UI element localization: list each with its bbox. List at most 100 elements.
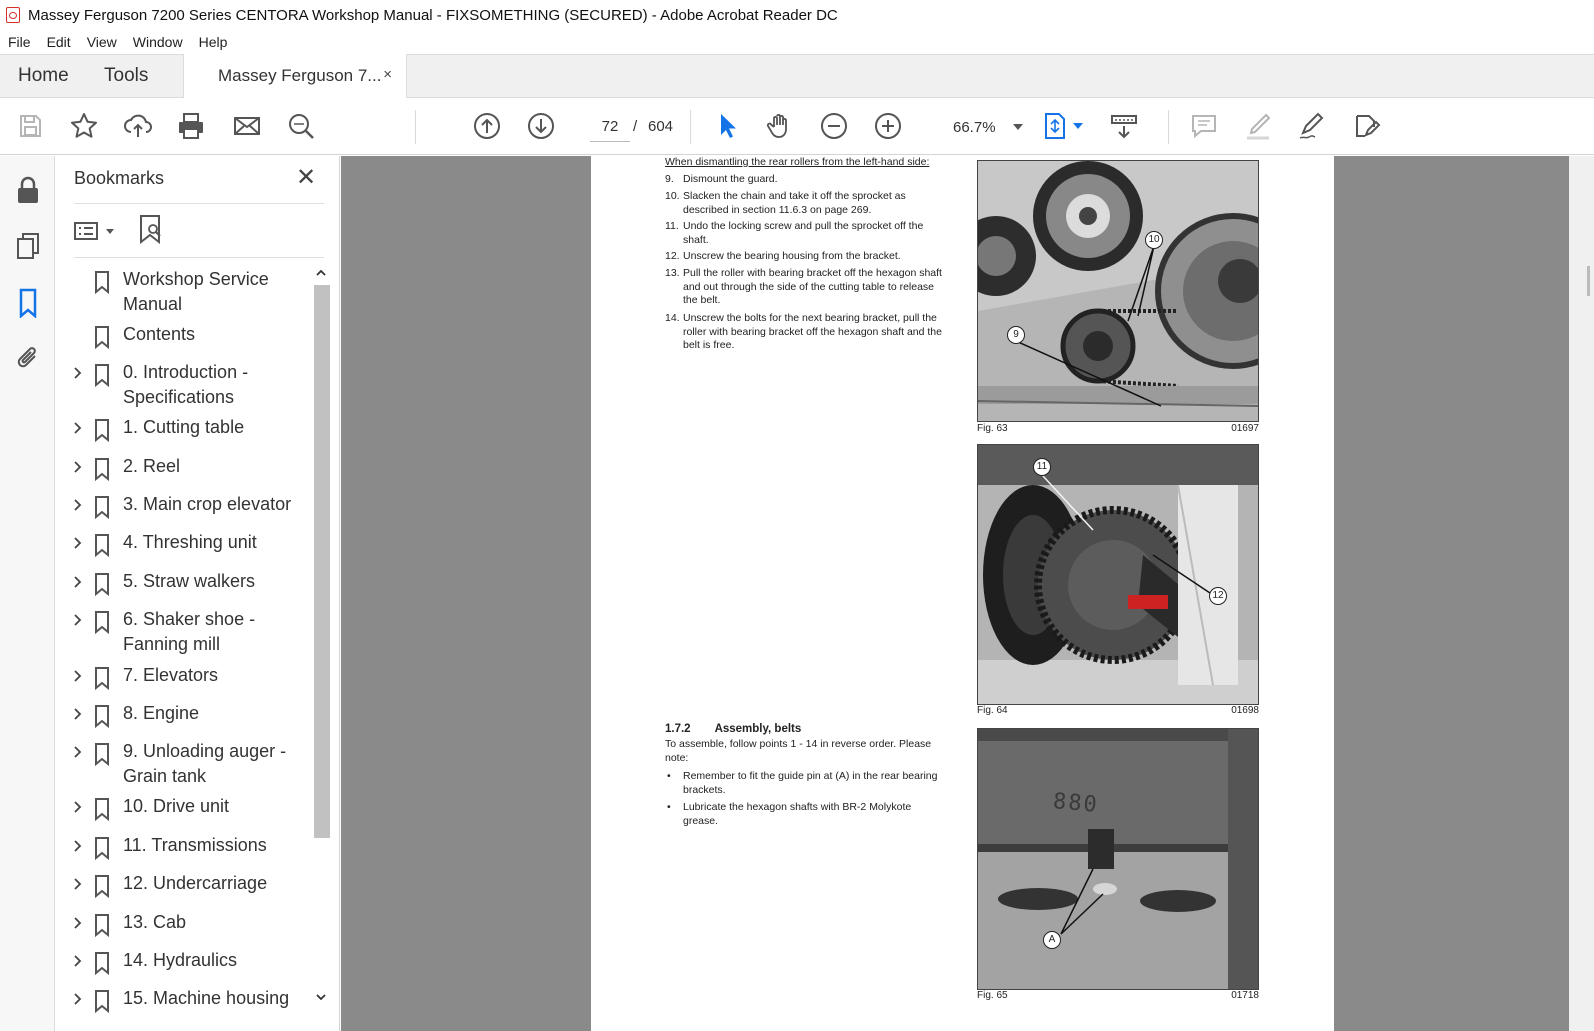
section-number: 1.7.2 (665, 723, 691, 735)
zoom-select[interactable]: 66.7% (941, 112, 1025, 142)
chevron-right-icon[interactable] (71, 876, 85, 892)
tab-document[interactable]: Massey Ferguson 7... × (183, 54, 407, 98)
close-panel-icon[interactable]: ✕ (296, 166, 316, 190)
bullet-text: Lubricate the hexagon shafts with BR-2 M… (683, 801, 912, 827)
bookmark-options-button[interactable] (74, 216, 118, 246)
scroll-down-icon[interactable] (315, 991, 327, 1003)
document-viewport[interactable]: When dismantling the rear rollers from t… (341, 156, 1594, 1031)
mail-icon[interactable] (229, 108, 265, 144)
menu-file[interactable]: File (8, 34, 31, 50)
chevron-right-icon[interactable] (71, 706, 85, 722)
chevron-right-icon[interactable] (71, 420, 85, 436)
document-scrollbar[interactable] (1569, 156, 1594, 1031)
chevron-right-icon[interactable] (71, 953, 85, 969)
search-icon[interactable] (283, 108, 319, 144)
next-page-icon[interactable] (523, 108, 559, 144)
toolbar (0, 98, 1594, 155)
chevron-right-icon[interactable] (71, 915, 85, 931)
bookmark-icon (94, 325, 110, 350)
bookmark-icon (94, 989, 110, 1014)
bookmark-icon (94, 704, 110, 729)
upload-icon[interactable] (120, 108, 156, 144)
chevron-right-icon[interactable] (71, 991, 85, 1007)
chevron-right-icon[interactable] (71, 365, 85, 381)
figure-callout: 12 (1209, 587, 1227, 605)
bookmark-label: 11. Transmissions (123, 835, 267, 855)
scrollbar-thumb[interactable] (314, 285, 330, 838)
step-text: Unscrew the bolts for the next bearing b… (683, 312, 942, 352)
new-bookmark-button[interactable] (137, 214, 167, 246)
zoom-out-icon[interactable] (816, 108, 852, 144)
prev-page-icon[interactable] (469, 108, 505, 144)
chevron-right-icon[interactable] (71, 535, 85, 551)
comment-icon[interactable] (1186, 108, 1222, 144)
scroll-mode-icon[interactable] (1106, 108, 1142, 144)
bookmark-icon (94, 951, 110, 976)
fit-page-icon[interactable] (1037, 108, 1073, 144)
chevron-right-icon[interactable] (71, 838, 85, 854)
hand-icon[interactable] (762, 108, 798, 144)
menu-bar: File Edit View Window Help (0, 30, 1594, 54)
step-number: 10. (665, 190, 680, 202)
step-text: Pull the roller with bearing bracket off… (683, 267, 942, 307)
bookmark-panel-icon[interactable] (12, 287, 44, 319)
instruction-step: 10. Slacken the chain and take it off the… (665, 190, 947, 217)
bookmark-label: Contents (123, 324, 196, 344)
lock-icon[interactable] (12, 174, 44, 206)
star-icon[interactable] (66, 108, 102, 144)
chevron-right-icon[interactable] (71, 574, 85, 590)
close-tab-icon[interactable]: × (383, 66, 392, 83)
menu-window[interactable]: Window (133, 34, 183, 50)
chevron-right-icon[interactable] (71, 799, 85, 815)
bookmark-icon (94, 533, 110, 558)
attachment-icon[interactable] (12, 342, 44, 374)
page-total: 604 (648, 118, 674, 135)
tab-tools[interactable]: Tools (104, 55, 148, 97)
bullet-dot: • (667, 801, 671, 813)
more-tools-icon[interactable] (1348, 108, 1384, 144)
dismantling-intro: When dismantling the rear rollers from t… (665, 156, 930, 168)
figure-callout: A (1043, 931, 1061, 949)
bookmark-label: 14. Hydraulics (123, 950, 238, 970)
highlight-icon[interactable] (1240, 108, 1276, 144)
bookmark-icon (94, 913, 110, 938)
chevron-right-icon[interactable] (71, 497, 85, 513)
menu-help[interactable]: Help (199, 34, 228, 50)
page-number-input[interactable]: 72 (590, 112, 630, 142)
bookmarks-scrollbar[interactable] (312, 267, 330, 1019)
scrollbar-thumb[interactable] (1587, 266, 1590, 296)
scroll-up-icon[interactable] (315, 267, 327, 279)
bookmark-label: 4. Threshing unit (123, 532, 257, 552)
save-icon[interactable] (12, 108, 48, 144)
menu-view[interactable]: View (87, 34, 117, 50)
chevron-down-icon (1013, 124, 1023, 130)
instruction-step: 13. Pull the roller with bearing bracket … (665, 267, 947, 308)
print-icon[interactable] (173, 108, 209, 144)
chevron-right-icon[interactable] (71, 459, 85, 475)
tab-home[interactable]: Home (18, 55, 69, 97)
pages-icon[interactable] (12, 230, 44, 262)
bookmark-icon (94, 418, 110, 443)
chevron-right-icon[interactable] (71, 744, 85, 760)
bookmark-label: 0. Introduction - Specifications (123, 362, 249, 407)
figure-code: 01697 (1231, 423, 1259, 434)
step-text: Unscrew the bearing housing from the bra… (683, 250, 901, 262)
add-bookmark-icon (140, 215, 161, 245)
select-cursor-icon[interactable] (708, 108, 744, 144)
step-text: Slacken the chain and take it off the sp… (683, 190, 906, 216)
bookmark-icon (94, 797, 110, 822)
bullet-dot: • (667, 770, 671, 782)
fit-page-dropdown-icon[interactable] (1073, 123, 1083, 129)
toolbar-divider (415, 110, 416, 144)
zoom-in-icon[interactable] (870, 108, 906, 144)
chevron-right-icon[interactable] (71, 668, 85, 684)
figure-63-caption: Fig. 63 01697 (977, 423, 1259, 434)
chevron-right-icon[interactable] (71, 612, 85, 628)
sign-icon[interactable] (1294, 108, 1330, 144)
bookmark-label: 15. Machine housing (123, 988, 290, 1008)
figure-64-caption: Fig. 64 01698 (977, 705, 1259, 716)
menu-edit[interactable]: Edit (47, 34, 71, 50)
bookmark-icon (94, 874, 110, 899)
figure-64-image: 11 12 (977, 444, 1259, 705)
figure-65-caption: Fig. 65 01718 (977, 990, 1259, 1001)
